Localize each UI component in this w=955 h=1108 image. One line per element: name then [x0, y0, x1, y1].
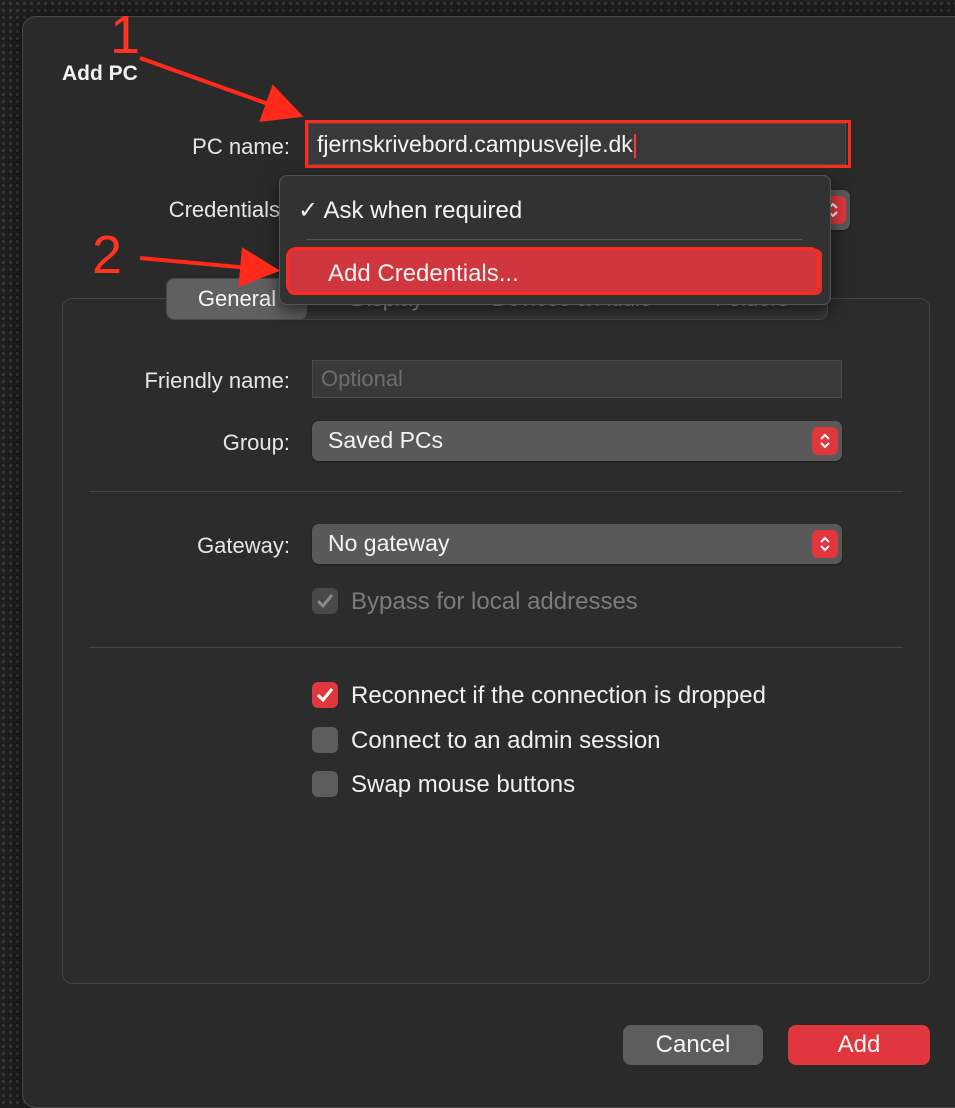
group-value: Saved PCs	[328, 427, 444, 453]
gateway-value: No gateway	[328, 530, 450, 556]
admin-session-checkbox[interactable]	[312, 727, 338, 753]
tab-panel	[62, 298, 930, 984]
stepper-icon	[812, 530, 838, 558]
bypass-checkbox[interactable]	[312, 588, 338, 614]
separator	[89, 647, 903, 648]
bypass-label: Bypass for local addresses	[351, 588, 638, 615]
swap-mouse-checkbox[interactable]	[312, 771, 338, 797]
swap-mouse-label: Swap mouse buttons	[351, 771, 576, 798]
stepper-icon	[812, 427, 838, 455]
checkmark-icon	[316, 594, 334, 609]
gateway-label: Gateway:	[197, 533, 290, 558]
add-button[interactable]: Add	[788, 1025, 930, 1065]
checkmark-icon	[316, 688, 334, 703]
reconnect-label: Reconnect if the connection is dropped	[351, 682, 766, 709]
cancel-button[interactable]: Cancel	[623, 1025, 763, 1065]
friendly-name-label: Friendly name:	[144, 368, 290, 393]
annotation-arrow	[139, 56, 304, 288]
gateway-popup[interactable]: No gateway	[312, 524, 842, 564]
group-label: Group:	[222, 430, 290, 455]
reconnect-checkbox[interactable]	[312, 682, 338, 708]
separator	[89, 491, 903, 492]
admin-session-label: Connect to an admin session	[351, 727, 661, 754]
friendly-name-input[interactable]: Optional	[312, 360, 842, 398]
group-popup[interactable]: Saved PCs	[312, 421, 842, 461]
